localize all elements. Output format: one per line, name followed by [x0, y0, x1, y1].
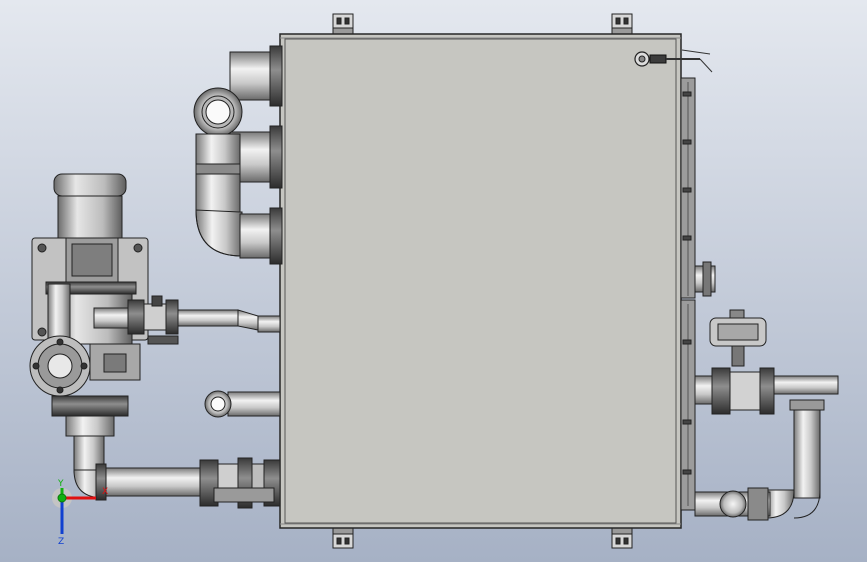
- bracket-top-left: [332, 13, 354, 35]
- cad-viewport[interactable]: X Y Z: [0, 0, 867, 562]
- bracket-bottom-right: [611, 527, 633, 549]
- tank: [279, 33, 682, 529]
- union-valve: [199, 457, 281, 509]
- bracket-top-right: [611, 13, 633, 35]
- tank-side-flange: [680, 77, 696, 511]
- drain-nozzle: [204, 390, 281, 418]
- side-nozzle: [694, 261, 716, 297]
- axis-x-label: X: [102, 487, 108, 497]
- bracket-bottom-left: [332, 527, 354, 549]
- axis-y-label: Y: [57, 479, 64, 489]
- cad-model-drawing: X Y Z: [0, 0, 867, 562]
- axis-z-label: Z: [58, 537, 64, 547]
